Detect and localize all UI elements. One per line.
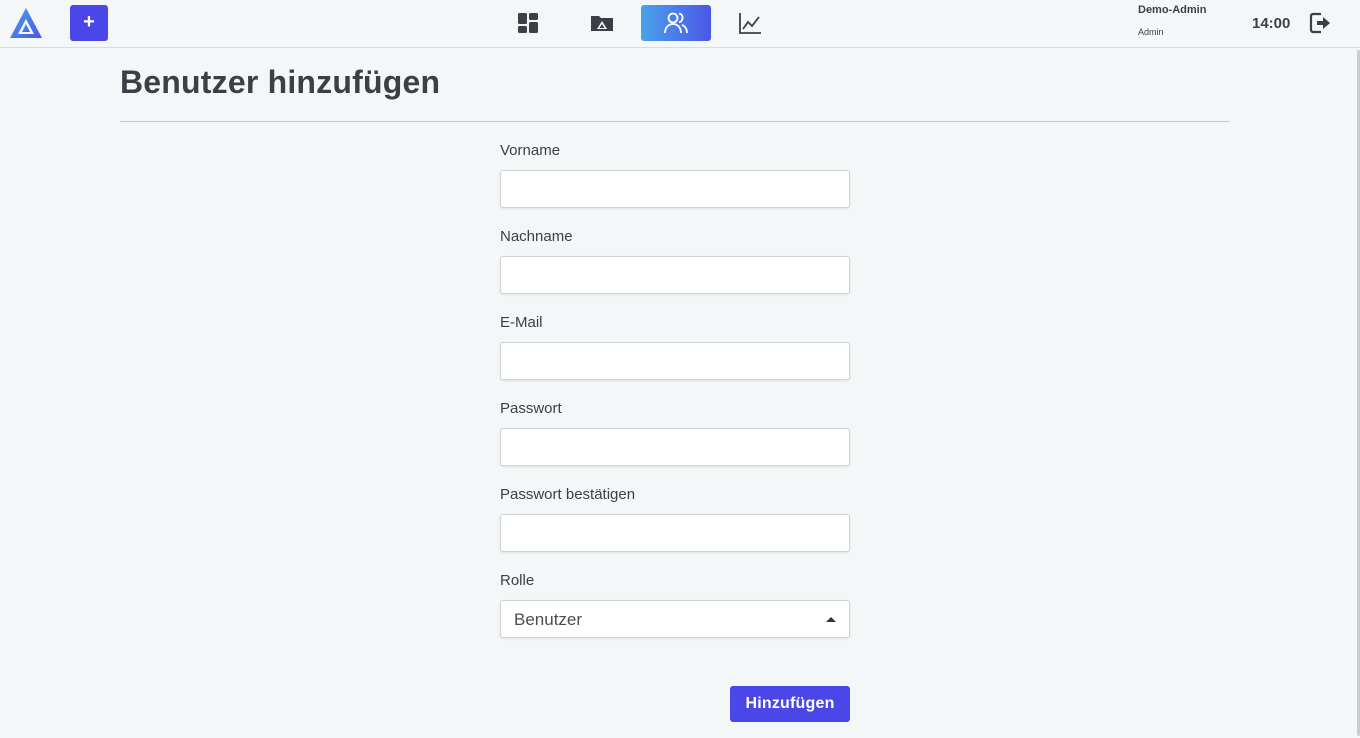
nav-dashboard[interactable]: [493, 5, 563, 41]
password-input[interactable]: [500, 428, 850, 466]
page-title: Benutzer hinzufügen: [120, 64, 441, 100]
role-label: Rolle: [500, 572, 535, 589]
user-role: Admin: [1138, 27, 1164, 37]
role-select-value: Benutzer: [514, 610, 583, 629]
role-select[interactable]: Benutzer: [500, 600, 850, 638]
clock-time: 14:00: [1252, 15, 1291, 32]
password-confirm-label: Passwort bestätigen: [500, 486, 636, 503]
triangle-logo-icon[interactable]: [8, 6, 44, 40]
email-label: E-Mail: [500, 314, 543, 331]
password-confirm-input[interactable]: [500, 514, 850, 552]
caret-up-icon: [826, 617, 836, 622]
add-button[interactable]: +: [70, 5, 108, 41]
password-label: Passwort: [500, 400, 562, 417]
nav-statistics[interactable]: [715, 5, 785, 41]
user-name: Demo-Admin: [1138, 4, 1207, 16]
dashboard-grid-icon: [518, 13, 538, 33]
email-input[interactable]: [500, 342, 850, 380]
first-name-label: Vorname: [500, 142, 561, 159]
title-divider: [120, 121, 1230, 122]
add-user-submit-button[interactable]: Hinzufügen: [730, 686, 850, 722]
chart-line-icon: [739, 13, 761, 34]
users-icon: [664, 12, 688, 34]
logout-icon[interactable]: [1308, 11, 1332, 35]
nav-users[interactable]: [641, 5, 711, 41]
last-name-input[interactable]: [500, 256, 850, 294]
nav-projects[interactable]: [567, 5, 637, 41]
first-name-input[interactable]: [500, 170, 850, 208]
last-name-label: Nachname: [500, 228, 573, 245]
folder-icon: [591, 16, 613, 31]
top-navigation-bar: + Demo-Admin Admin 14:00: [0, 0, 1360, 48]
